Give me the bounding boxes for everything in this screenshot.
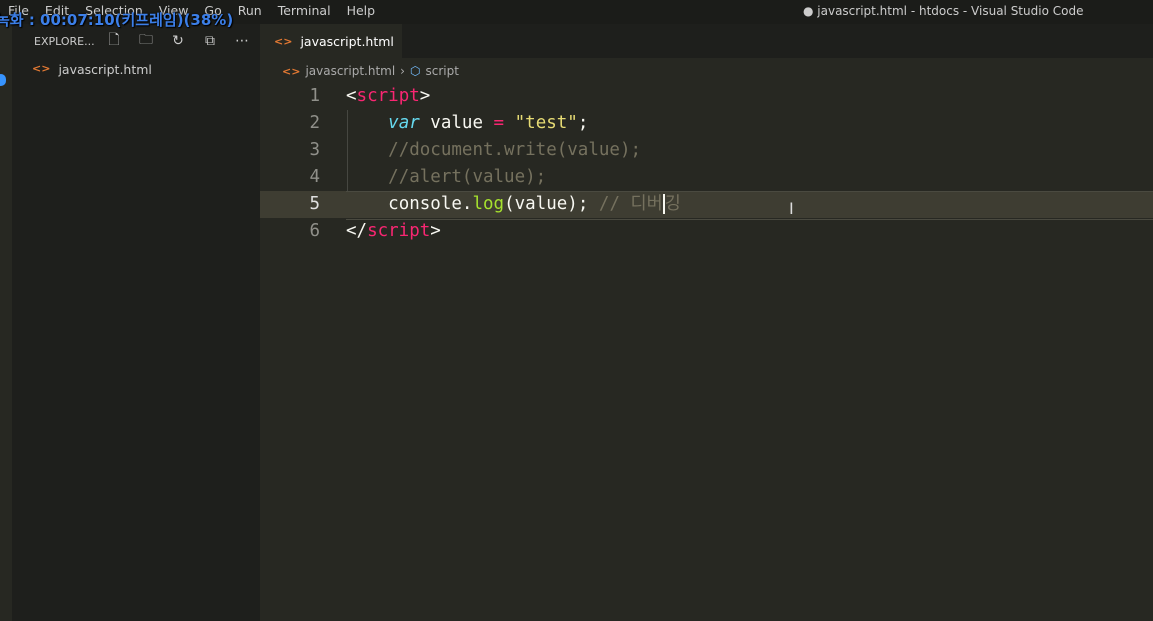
new-folder-icon[interactable]: 🗀 [130, 29, 162, 53]
menu-terminal[interactable]: Terminal [278, 3, 331, 18]
operator: = [493, 113, 505, 133]
line-number: 4 [309, 167, 320, 187]
punct: > [430, 221, 441, 241]
code-line-active[interactable]: 5 console.log(value); // 디버 깅 [260, 191, 1153, 220]
file-item[interactable]: <> javascript.html [32, 62, 152, 77]
explorer-title: EXPLORE... [34, 34, 95, 48]
chevron-right-icon: › [400, 64, 405, 78]
line-number: 5 [309, 194, 320, 214]
punct: > [419, 86, 431, 106]
explorer-badge-icon[interactable] [0, 74, 6, 86]
identifier: value [419, 113, 494, 133]
more-actions-icon[interactable]: ⋯ [226, 33, 258, 49]
arguments: (value); [504, 194, 589, 214]
line-number: 2 [309, 113, 320, 133]
editor-area: <> javascript.html <> javascript.html › … [260, 24, 1153, 621]
code-line[interactable]: 6 </script> [260, 218, 1153, 245]
recording-overlay: 녹화 : 00:07:10(키프레임)(38%) [0, 11, 234, 29]
code-line[interactable]: 2 var value = "test"; [260, 110, 1153, 137]
code-editor[interactable]: 1 <script> 2 var value = "test"; 3 //docu… [260, 83, 1153, 245]
function-name: log [472, 194, 505, 214]
string: "test" [514, 113, 578, 133]
explorer-sidebar: EXPLORE... 🗋 🗀 ↻ ⧉ ⋯ <> javascript.html [12, 24, 260, 621]
html-file-icon: <> [32, 62, 51, 75]
code-line[interactable]: 1 <script> [260, 83, 1153, 110]
punct: < [346, 86, 357, 106]
activity-bar [0, 24, 12, 621]
symbol-icon: ⬡ [409, 64, 421, 78]
comment: 깅 [664, 194, 681, 214]
tab-label: javascript.html [300, 33, 394, 49]
refresh-icon[interactable]: ↻ [162, 33, 194, 49]
punct: </ [346, 221, 368, 241]
tab-bar: <> javascript.html [260, 24, 1153, 58]
breadcrumb-symbol[interactable]: script [425, 64, 458, 78]
file-name: javascript.html [58, 62, 152, 77]
collapse-all-icon[interactable]: ⧉ [194, 33, 226, 49]
comment: // 디버 [598, 194, 663, 214]
line-number: 6 [309, 221, 320, 241]
keyword: var [388, 113, 420, 133]
code-line[interactable]: 4 //alert(value); [260, 164, 1153, 191]
comment: //document.write(value); [388, 140, 642, 160]
mouse-ibeam-icon: I [789, 199, 794, 218]
tab-javascript-html[interactable]: <> javascript.html [260, 24, 402, 58]
comment: //alert(value); [388, 167, 547, 187]
menu-run[interactable]: Run [238, 3, 262, 18]
punct: ; [577, 113, 589, 133]
tag-name: script [356, 86, 420, 106]
code-line[interactable]: 3 //document.write(value); [260, 137, 1153, 164]
tag-name: script [367, 221, 431, 241]
line-number: 3 [309, 140, 320, 160]
identifier: console. [388, 194, 473, 214]
breadcrumb-file[interactable]: javascript.html [305, 64, 395, 78]
html-file-icon: <> [274, 34, 293, 48]
new-file-icon[interactable]: 🗋 [98, 29, 130, 53]
html-file-icon: <> [282, 64, 301, 78]
window-title: ● javascript.html - htdocs - Visual Stud… [803, 4, 1084, 18]
menu-help[interactable]: Help [347, 3, 376, 18]
line-number: 1 [309, 86, 320, 106]
breadcrumb: <> javascript.html › ⬡ script [260, 58, 1153, 84]
